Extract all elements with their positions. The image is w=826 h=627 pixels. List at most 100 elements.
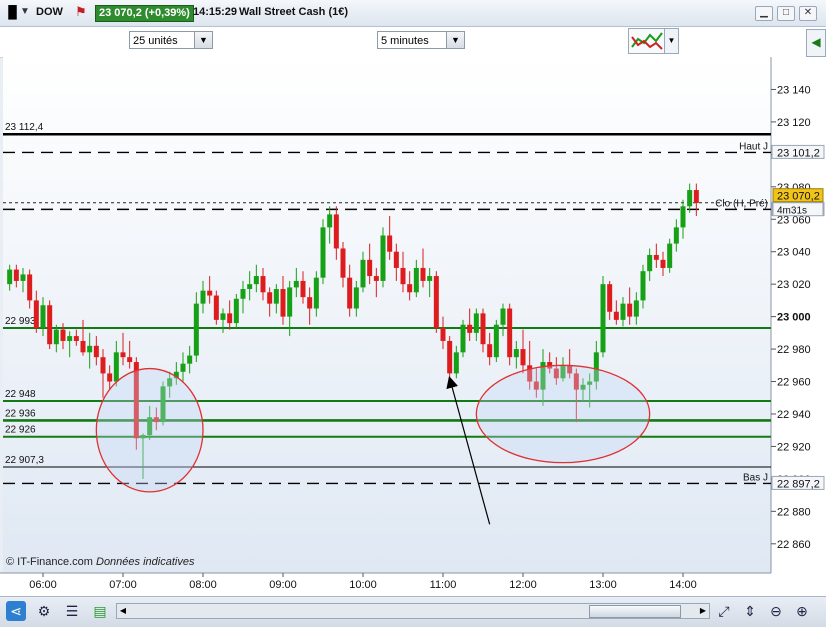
maximize-button[interactable]: □ [777,6,795,21]
x-tick-label: 13:00 [589,579,617,591]
x-tick-label: 10:00 [349,579,377,591]
candle-up [513,349,519,358]
candle-down [107,373,113,382]
horizontal-scrollbar[interactable]: ◀ ▶ [116,603,710,619]
close-button[interactable]: ✕ [799,6,817,21]
candle-up [193,303,199,356]
x-tick-label: 09:00 [269,579,297,591]
candle-up [20,274,26,281]
alert-icon[interactable]: ⚑ [75,4,87,20]
candle-up [40,305,46,328]
chart-icon[interactable]: ▐▌ [4,4,21,20]
y-tick-label: 23 140 [777,84,811,96]
chart-area[interactable]: 23 14023 12023 10023 08023 06023 04023 0… [0,57,826,596]
level-label: Haut J [739,141,768,152]
candle-up [7,269,13,285]
candle-up [67,336,73,341]
candle-down [207,290,213,296]
candle-up [493,324,499,358]
candle-up [233,298,239,324]
candle-down [627,303,633,317]
candle-down [333,214,339,249]
units-select-value: 25 unités [133,35,178,47]
candle-up [667,243,673,268]
candle-up [353,287,359,309]
candle-up [253,276,259,285]
candle-up [320,227,326,278]
instrument-label: Wall Street Cash (1€) [239,6,349,18]
candle-down [60,329,66,341]
units-select[interactable]: 25 unités ▼ [129,31,213,49]
x-tick-label: 11:00 [430,579,457,591]
panel-toggle-button[interactable]: ◀ [806,29,826,57]
bottom-toolbar: ⋖ ⚙ ☰ ▤ ◀ ▶ ⤢ ⇕ ⊖ ⊕ [0,596,826,627]
price-chart[interactable]: 23 14023 12023 10023 08023 06023 04023 0… [0,57,826,596]
indicator-icon[interactable]: ⚙ [34,601,54,621]
minimize-button[interactable]: ▁ [755,6,773,21]
y-tick-label: 22 940 [777,409,811,421]
x-tick-label: 07:00 [109,579,137,591]
x-tick-label: 14:00 [669,579,697,591]
scale-icon[interactable]: ⇕ [740,601,760,621]
candle-down [613,311,619,320]
y-tick-label: 23 000 [777,312,811,324]
y-tick-label: 22 980 [777,344,811,356]
candle-up [327,214,333,228]
share-icon[interactable]: ⋖ [6,601,26,621]
scroll-left-icon[interactable]: ◀ [117,604,129,618]
candle-down [33,300,39,328]
candle-down [660,259,666,268]
candle-down [487,344,493,358]
candle-up [453,352,459,374]
zoom-in-icon[interactable]: ⊕ [792,601,812,621]
scroll-right-icon[interactable]: ▶ [697,604,709,618]
candle-down [93,345,99,358]
level-label: Bas J [743,472,768,483]
period-select[interactable]: 5 minutes ▼ [377,31,465,49]
time-label: 14:15:29 [193,6,238,18]
candle-down [120,352,126,358]
candle-down [653,254,659,260]
candle-up [360,259,366,288]
candle-down [267,292,273,304]
title-bar: ▐▌ ▼ DOW ⚑ 23 070,2 (+0,39%) 14:15:29 Wa… [0,0,826,27]
y-tick-label: 23 020 [777,279,811,291]
candle-up [220,313,226,320]
chart-style-button[interactable] [628,28,666,54]
symbol-label: DOW [36,6,63,18]
y-tick-label: 23 040 [777,247,811,259]
candle-down [407,284,413,293]
candle-up [200,290,206,304]
zoom-fit-icon[interactable]: ⤢ [714,601,734,621]
period-select-value: 5 minutes [381,35,429,47]
candle-up [180,363,186,372]
level-label: 23 112,4 [5,122,44,133]
chevron-down-icon[interactable]: ▼ [20,4,30,20]
candle-down [400,267,406,285]
y-tick-label: 22 860 [777,539,811,551]
candle-down [280,289,286,317]
candle-up [273,289,279,304]
list-icon[interactable]: ☰ [62,601,82,621]
candle-down [340,248,346,278]
scroll-thumb[interactable] [589,605,681,618]
chevron-down-icon[interactable]: ▼ [664,28,679,54]
candle-up [647,254,653,272]
candle-up [313,277,319,309]
candle-up [633,300,639,317]
orders-icon[interactable]: ▤ [90,601,110,621]
candle-down [227,313,233,324]
chart-style-icon [631,32,663,50]
candle-down [213,295,219,320]
candle-up [680,206,686,228]
candle-down [347,277,353,309]
level-label: 22 926 [5,425,36,436]
copyright-label: © IT-Finance.com [6,556,93,568]
candle-up [427,276,433,281]
zoom-out-icon[interactable]: ⊖ [766,601,786,621]
level-tag: 22 897,2 [777,478,820,490]
level-label: 22 948 [5,389,36,400]
candle-up [293,280,299,288]
candle-up [687,190,693,207]
level-label: Clo (H, Pré) [715,198,768,209]
